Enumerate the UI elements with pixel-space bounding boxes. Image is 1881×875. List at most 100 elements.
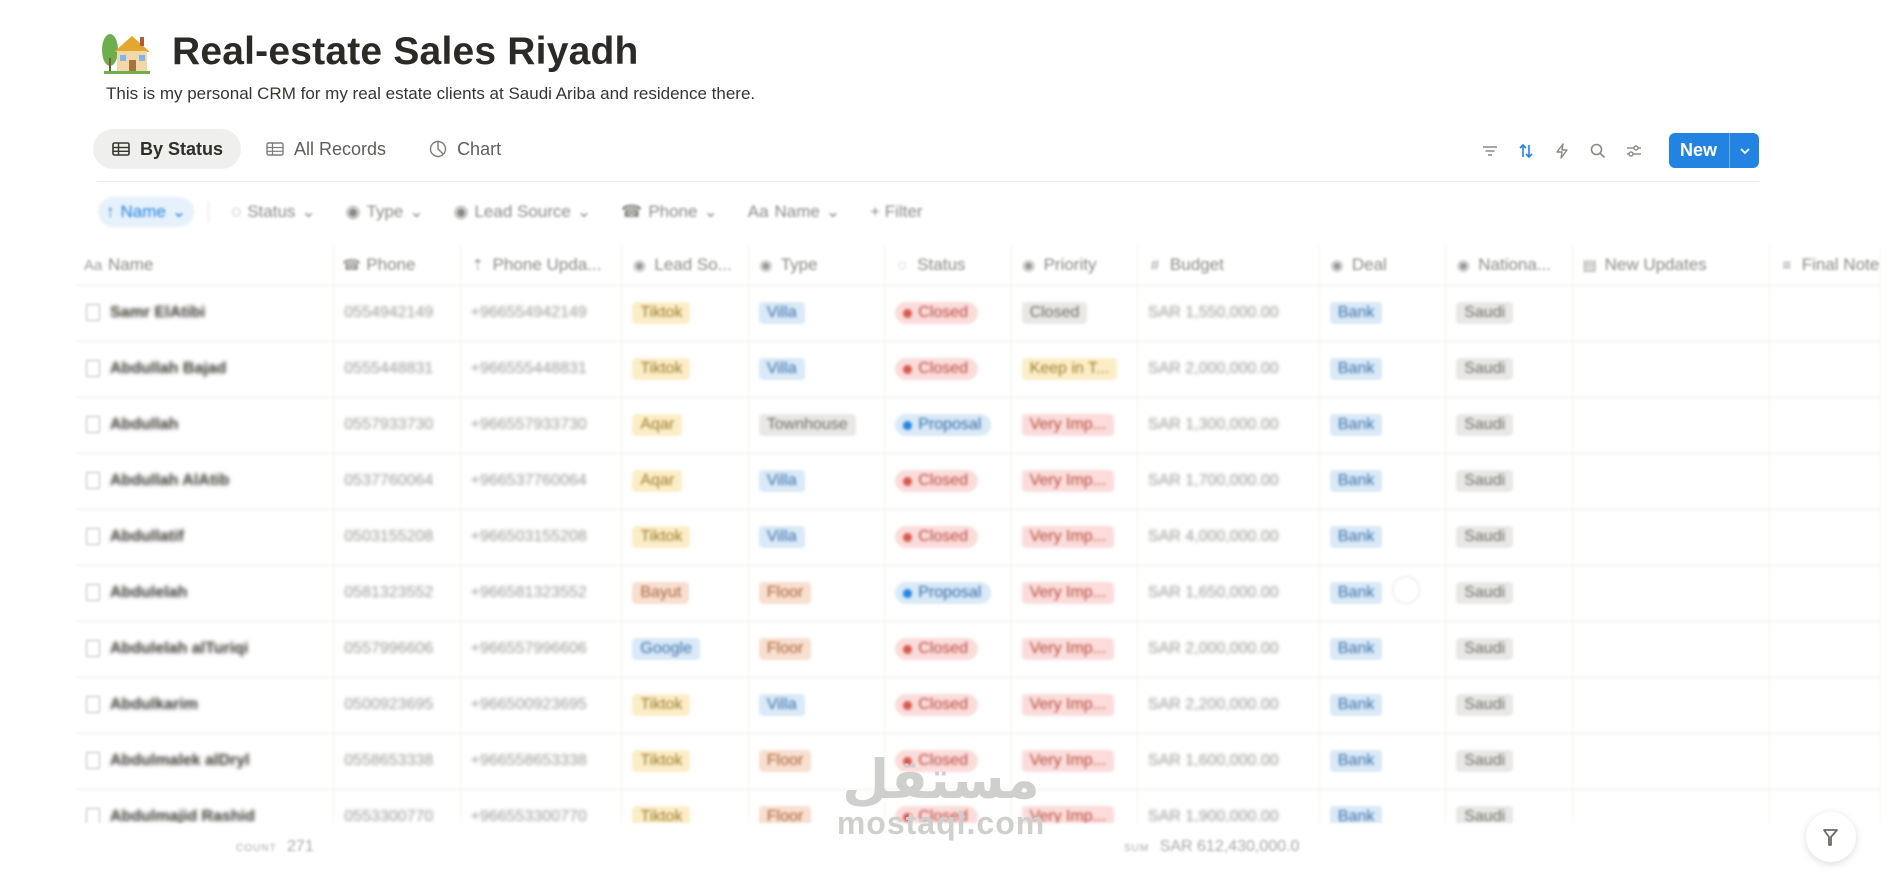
cell-phone-updated[interactable]: +966581323552 xyxy=(460,565,623,622)
cell-phone[interactable]: 0553300770 xyxy=(333,789,461,823)
column-header[interactable]: ◉ Nationa... xyxy=(1445,245,1573,286)
cell-name[interactable]: Samr ElAtibi xyxy=(76,285,335,342)
table-row[interactable]: Abdullah Bajad 0555448831 +966555448831 Tik… xyxy=(76,341,1881,398)
cell-name[interactable]: Abdulelah xyxy=(76,565,335,622)
cell-type[interactable]: Villa xyxy=(748,677,886,734)
add-filter-button[interactable]: + Filter xyxy=(862,197,930,227)
cell-deal[interactable]: Bank xyxy=(1319,621,1447,678)
cell-phone[interactable]: 0558653338 xyxy=(333,733,461,790)
cell-priority[interactable]: Very Imp... xyxy=(1011,677,1138,734)
cell-deal[interactable]: Bank xyxy=(1319,789,1447,823)
cell-deal[interactable]: Bank xyxy=(1319,453,1447,510)
column-header[interactable]: ◌ Status xyxy=(884,245,1012,286)
filter-chip-status[interactable]: ◌ Status ⌄ xyxy=(223,197,324,227)
cell-final-note[interactable] xyxy=(1769,621,1881,678)
open-row-button[interactable] xyxy=(1392,576,1420,604)
cell-lead-source[interactable]: Tiktok xyxy=(621,285,749,342)
cell-final-note[interactable] xyxy=(1769,677,1881,734)
cell-priority[interactable]: Closed xyxy=(1011,285,1138,342)
cell-priority[interactable]: Very Imp... xyxy=(1011,397,1138,454)
cell-priority[interactable]: Very Imp... xyxy=(1011,565,1138,622)
column-header[interactable]: Aa Name xyxy=(76,245,335,286)
cell-nationality[interactable]: Saudi xyxy=(1445,397,1573,454)
filter-chip-type[interactable]: ◉ Type ⌄ xyxy=(338,197,432,227)
cell-name[interactable]: Abdulelah alTuriqi xyxy=(76,621,335,678)
cell-phone-updated[interactable]: +966500923695 xyxy=(460,677,623,734)
cell-type[interactable]: Villa xyxy=(748,453,886,510)
cell-status[interactable]: Proposal xyxy=(884,565,1012,622)
cell-priority[interactable]: Very Imp... xyxy=(1011,453,1138,510)
cell-type[interactable]: Villa xyxy=(748,341,886,398)
table-row[interactable]: Abdullatif 0503155208 +966503155208 Tiktok V… xyxy=(76,509,1881,566)
cell-phone[interactable]: 0503155208 xyxy=(333,509,461,566)
table-row[interactable]: Abdulelah 0581323552 +966581323552 Bayut Flo… xyxy=(76,565,1881,622)
cell-status[interactable]: Closed xyxy=(884,453,1012,510)
cell-new-updates[interactable] xyxy=(1572,341,1770,398)
cell-new-updates[interactable] xyxy=(1572,565,1770,622)
cell-lead-source[interactable]: Aqar xyxy=(621,453,749,510)
cell-deal[interactable]: Bank xyxy=(1319,733,1447,790)
cell-lead-source[interactable]: Google xyxy=(621,621,749,678)
cell-new-updates[interactable] xyxy=(1572,453,1770,510)
cell-priority[interactable]: Very Imp... xyxy=(1011,509,1138,566)
cell-budget[interactable]: SAR 1,900,000.00 xyxy=(1137,789,1320,823)
house-emoji-icon[interactable] xyxy=(100,28,152,76)
automation-bolt-icon[interactable] xyxy=(1551,140,1573,162)
cell-budget[interactable]: SAR 1,650,000.00 xyxy=(1137,565,1320,622)
cell-phone[interactable]: 0581323552 xyxy=(333,565,461,622)
table-row[interactable]: Abdullah 0557933730 +966557933730 Aqar Townh… xyxy=(76,397,1881,454)
cell-lead-source[interactable]: Tiktok xyxy=(621,509,749,566)
cell-budget[interactable]: SAR 2,000,000.00 xyxy=(1137,341,1320,398)
cell-budget[interactable]: SAR 2,200,000.00 xyxy=(1137,677,1320,734)
column-header[interactable]: ⇡ Phone Upda... xyxy=(460,245,623,286)
table-row[interactable]: Abdullah AlAtib 0537760064 +966537760064 Aq… xyxy=(76,453,1881,510)
cell-phone-updated[interactable]: +966558653338 xyxy=(460,733,623,790)
new-button[interactable]: New xyxy=(1669,133,1729,168)
cell-phone[interactable]: 0557933730 xyxy=(333,397,461,454)
column-header[interactable]: ☎ Phone xyxy=(333,245,461,286)
cell-priority[interactable]: Very Imp... xyxy=(1011,621,1138,678)
cell-nationality[interactable]: Saudi xyxy=(1445,285,1573,342)
cell-lead-source[interactable]: Tiktok xyxy=(621,789,749,823)
cell-phone-updated[interactable]: +966554942149 xyxy=(460,285,623,342)
cell-status[interactable]: Proposal xyxy=(884,397,1012,454)
cell-phone-updated[interactable]: +966557933730 xyxy=(460,397,623,454)
cell-nationality[interactable]: Saudi xyxy=(1445,565,1573,622)
cell-new-updates[interactable] xyxy=(1572,733,1770,790)
cell-type[interactable]: Floor xyxy=(748,621,886,678)
cell-budget[interactable]: SAR 1,550,000.00 xyxy=(1137,285,1320,342)
cell-budget[interactable]: SAR 1,600,000.00 xyxy=(1137,733,1320,790)
cell-nationality[interactable]: Saudi xyxy=(1445,341,1573,398)
filter-chip-phone[interactable]: ☎ Phone ⌄ xyxy=(613,197,726,227)
sort-chip-name[interactable]: ↑ Name ⌄ xyxy=(98,197,195,227)
cell-nationality[interactable]: Saudi xyxy=(1445,621,1573,678)
filter-chip-lead-source[interactable]: ◉ Lead Source ⌄ xyxy=(446,197,600,227)
cell-phone[interactable]: 0557996606 xyxy=(333,621,461,678)
column-header[interactable]: ≡ Final Note xyxy=(1769,245,1881,286)
cell-deal[interactable]: Bank xyxy=(1319,397,1447,454)
cell-type[interactable]: Villa xyxy=(748,509,886,566)
cell-phone-updated[interactable]: +966537760064 xyxy=(460,453,623,510)
table-row[interactable]: Samr ElAtibi 0554942149 +966554942149 Tikto… xyxy=(76,285,1881,342)
filter-chip-name-text[interactable]: Aa Name ⌄ xyxy=(740,197,848,227)
cell-name[interactable]: Abdullah xyxy=(76,397,335,454)
sum-aggregate[interactable]: SUM SAR 612,430,000.0 xyxy=(1124,838,1299,856)
column-header[interactable]: ◉ Type xyxy=(748,245,886,286)
cell-nationality[interactable]: Saudi xyxy=(1445,733,1573,790)
sort-icon[interactable] xyxy=(1515,140,1537,162)
count-aggregate[interactable]: COUNT 271 xyxy=(236,838,314,856)
cell-nationality[interactable]: Saudi xyxy=(1445,509,1573,566)
column-header[interactable]: ◉ Deal xyxy=(1319,245,1447,286)
cell-new-updates[interactable] xyxy=(1572,509,1770,566)
cell-status[interactable]: Closed xyxy=(884,509,1012,566)
cell-phone-updated[interactable]: +966557996606 xyxy=(460,621,623,678)
cell-name[interactable]: Abdullah AlAtib xyxy=(76,453,335,510)
table-row[interactable]: Abdulkarim 0500923695 +966500923695 Tiktok V… xyxy=(76,677,1881,734)
cell-budget[interactable]: SAR 4,000,000.00 xyxy=(1137,509,1320,566)
cell-budget[interactable]: SAR 1,300,000.00 xyxy=(1137,397,1320,454)
cell-final-note[interactable] xyxy=(1769,453,1881,510)
cell-final-note[interactable] xyxy=(1769,733,1881,790)
column-header[interactable]: ▤ New Updates xyxy=(1572,245,1770,286)
cell-deal[interactable]: Bank xyxy=(1319,509,1447,566)
cell-final-note[interactable] xyxy=(1769,565,1881,622)
